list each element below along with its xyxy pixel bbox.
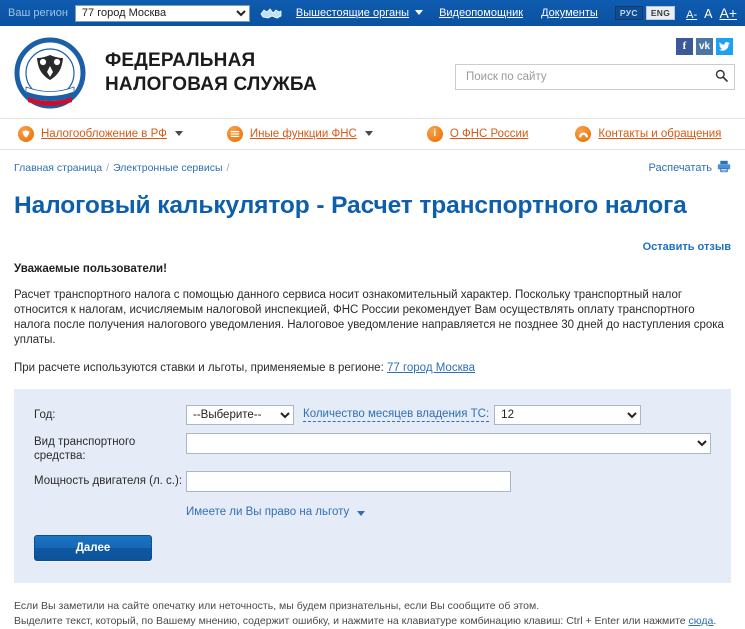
months-owned-label[interactable]: Количество месяцев владения ТС:	[303, 405, 490, 423]
typo-note-prefix: Выделите текст, который, по Вашему мнени…	[14, 615, 689, 628]
phone-icon	[575, 126, 592, 142]
top-utility-bar: Ваш регион 77 город Москва Вышестоящие о…	[0, 0, 745, 26]
site-search[interactable]	[455, 64, 735, 90]
form-row-vehicle-type: Вид транспортного средства:	[34, 433, 711, 463]
year-label: Год:	[34, 409, 56, 422]
print-button[interactable]: Распечатать	[649, 160, 731, 176]
search-icon[interactable]	[715, 69, 728, 85]
notice-region-link[interactable]: 77 город Москва	[387, 362, 475, 374]
map-icon[interactable]	[260, 7, 282, 20]
info-icon: i	[426, 126, 443, 142]
notice-region-line: При расчете используются ставки и льготы…	[14, 362, 731, 374]
menu-lines-icon	[226, 126, 243, 142]
engine-power-input[interactable]	[186, 471, 511, 493]
typo-note-suffix: .	[713, 615, 717, 628]
main-navigation: Налогообложение в РФ Иные функции ФНС i …	[0, 118, 745, 150]
vehicle-type-label: Вид транспортного средства:	[34, 436, 136, 463]
form-row-engine-power: Мощность двигателя (л. с.):	[34, 471, 711, 493]
brand-line-2: НАЛОГОВАЯ СЛУЖБА	[105, 74, 317, 95]
engine-power-label: Мощность двигателя (л. с.):	[34, 475, 183, 488]
topnav-link-superior-bodies[interactable]: Вышестоящие органы	[296, 7, 409, 19]
breadcrumb-separator: /	[106, 162, 110, 174]
site-header: ФЕДЕРАЛЬНАЯ НАЛОГОВАЯ СЛУЖБА f vk	[0, 26, 745, 118]
typo-note-line-1: Если Вы заметили на сайте опечатку или н…	[14, 600, 540, 613]
site-brand: ФЕДЕРАЛЬНАЯ НАЛОГОВАЯ СЛУЖБА	[105, 49, 317, 97]
nav-item-contacts[interactable]: Контакты и обращения	[575, 126, 721, 142]
nav-item-about-fns[interactable]: i О ФНС России	[426, 126, 529, 142]
notice-body: Расчет транспортного налога с помощью да…	[14, 289, 724, 347]
benefit-toggle[interactable]: Имеете ли Вы право на льготу	[186, 506, 711, 518]
lang-button-ru[interactable]: РУС	[614, 6, 643, 20]
font-normal-button[interactable]: A	[704, 7, 712, 21]
font-size-controls: A- A A+	[686, 5, 737, 21]
typo-note-line-2: Выделите текст, который, по Вашему мнени…	[14, 614, 731, 629]
nav-label: Налогообложение в РФ	[41, 128, 167, 140]
months-owned-select[interactable]: 12	[494, 405, 642, 426]
typo-note-link[interactable]: сюда	[689, 615, 714, 627]
social-links: f vk	[676, 38, 733, 55]
topnav-link-documents[interactable]: Документы	[541, 7, 598, 19]
chevron-down-icon[interactable]	[364, 130, 373, 136]
notice-region-prefix: При расчете используются ставки и льготы…	[14, 362, 387, 375]
typo-report-note: Если Вы заметили на сайте опечатку или н…	[0, 599, 745, 629]
submit-row: Далее	[34, 535, 711, 562]
breadcrumb-item-home[interactable]: Главная страница	[14, 162, 102, 174]
font-increase-button[interactable]: A+	[719, 5, 737, 21]
breadcrumb: Главная страница / Электронные сервисы /…	[14, 150, 731, 176]
vehicle-type-select[interactable]	[186, 433, 711, 455]
feedback-row: Оставить отзыв	[14, 239, 731, 253]
nav-item-taxation-rf[interactable]: Налогообложение в РФ	[18, 126, 183, 142]
chevron-down-icon[interactable]	[415, 9, 424, 15]
font-decrease-button[interactable]: A-	[686, 9, 697, 21]
printer-icon	[717, 160, 731, 176]
page-title: Налоговый калькулятор - Расчет транспорт…	[14, 192, 687, 219]
nav-label: Иные функции ФНС	[249, 128, 357, 140]
page-content: Главная страница / Электронные сервисы /…	[0, 150, 745, 584]
breadcrumb-item-eservices[interactable]: Электронные сервисы	[113, 162, 222, 174]
chevron-down-icon	[357, 510, 366, 516]
tax-calculator-form: Год: --Выберите-- Количество месяцев вла…	[14, 389, 731, 584]
nav-label: О ФНС России	[449, 128, 529, 140]
notice-title: Уважаемые пользователи!	[14, 263, 167, 276]
nav-label: Контакты и обращения	[598, 128, 722, 140]
eagle-emblem-icon	[18, 126, 34, 142]
breadcrumb-separator: /	[226, 162, 230, 174]
year-select[interactable]: --Выберите--	[186, 405, 294, 426]
brand-line-1: ФЕДЕРАЛЬНАЯ	[105, 50, 256, 71]
next-button[interactable]: Далее	[34, 535, 152, 562]
facebook-icon[interactable]: f	[676, 38, 693, 55]
region-select[interactable]: 77 город Москва	[74, 4, 250, 22]
chevron-down-icon[interactable]	[174, 130, 183, 136]
nav-item-other-functions[interactable]: Иные функции ФНС	[226, 126, 373, 142]
leave-feedback-link[interactable]: Оставить отзыв	[643, 241, 731, 253]
benefit-link-label: Имеете ли Вы право на льготу	[186, 506, 350, 519]
twitter-icon[interactable]	[716, 38, 733, 55]
search-input[interactable]	[464, 70, 715, 84]
language-switcher: РУС ENG	[614, 6, 676, 20]
header-right-area: f vk	[455, 38, 735, 90]
lang-button-en[interactable]: ENG	[645, 6, 676, 20]
form-row-year: Год: --Выберите-- Количество месяцев вла…	[34, 405, 711, 426]
fns-emblem-logo[interactable]	[13, 36, 91, 113]
topnav-link-video-assistant[interactable]: Видеопомощник	[439, 7, 523, 19]
print-label: Распечатать	[648, 162, 712, 174]
region-label: Ваш регион	[8, 7, 68, 19]
vk-icon[interactable]: vk	[696, 38, 713, 55]
